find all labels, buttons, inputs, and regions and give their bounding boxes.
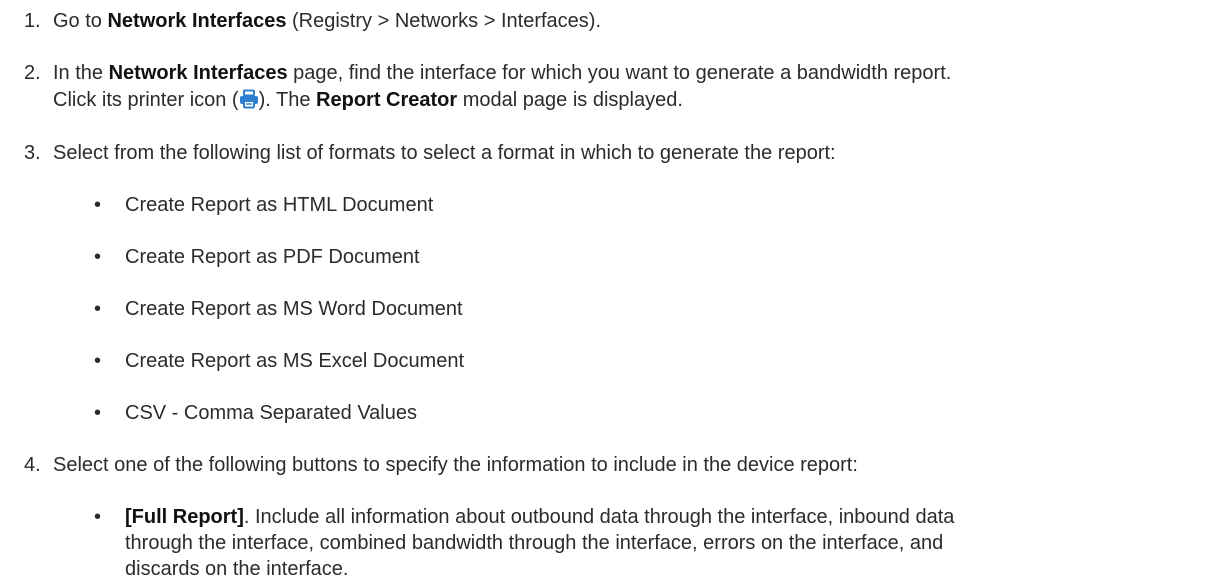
- network-interfaces-label: Network Interfaces: [108, 62, 288, 84]
- bullet-marker: •: [94, 402, 102, 424]
- step-number: 2.: [24, 62, 41, 84]
- step-text-line-1: In the Network Interfaces page, find the…: [53, 60, 1225, 87]
- text-segment: In the: [53, 62, 109, 84]
- format-option-text: Create Report as PDF Document: [125, 246, 420, 268]
- text-segment: . Include all information about outbound…: [243, 506, 955, 528]
- text-segment: (Registry > Networks > Interfaces).: [286, 10, 601, 32]
- format-option-text: Create Report as MS Word Document: [125, 298, 463, 320]
- full-report-line-2: through the interface, combined bandwidt…: [125, 532, 944, 554]
- printer-icon: [239, 89, 259, 117]
- text-segment: Click its printer icon (: [53, 89, 239, 111]
- text-segment: Go to: [53, 10, 108, 32]
- report-creator-label: Report Creator: [316, 89, 458, 111]
- text-segment: page, find the interface for which you w…: [287, 62, 952, 84]
- format-option-text: CSV - Comma Separated Values: [125, 402, 417, 424]
- full-report-line-3: discards on the interface.: [125, 558, 349, 580]
- bullet-marker: •: [94, 298, 102, 320]
- step-text: Go to Network Interfaces (Registry > Net…: [53, 8, 1225, 35]
- bullet-marker: •: [94, 350, 102, 372]
- bullet-marker: •: [94, 506, 102, 528]
- document: 1. Go to Network Interfaces (Registry > …: [0, 0, 1231, 580]
- step-number: 4.: [24, 454, 41, 476]
- bullet-marker: •: [94, 194, 102, 216]
- step-number: 3.: [24, 142, 41, 164]
- network-interfaces-label: Network Interfaces: [107, 10, 287, 32]
- format-option-text: Create Report as HTML Document: [125, 194, 434, 216]
- step-text-line-2: Click its printer icon ( ). The Report Cr…: [53, 87, 1225, 117]
- text-segment: ). The: [258, 89, 317, 111]
- format-option-text: Create Report as MS Excel Document: [125, 350, 465, 372]
- bullet-marker: •: [94, 246, 102, 268]
- full-report-line-1: [Full Report]. Include all information a…: [125, 504, 1219, 531]
- text-segment: modal page is displayed.: [457, 89, 683, 111]
- step-text: Select from the following list of format…: [53, 142, 836, 164]
- full-report-label: [Full Report]: [125, 506, 244, 528]
- step-text: Select one of the following buttons to s…: [53, 454, 858, 476]
- step-number: 1.: [24, 10, 41, 32]
